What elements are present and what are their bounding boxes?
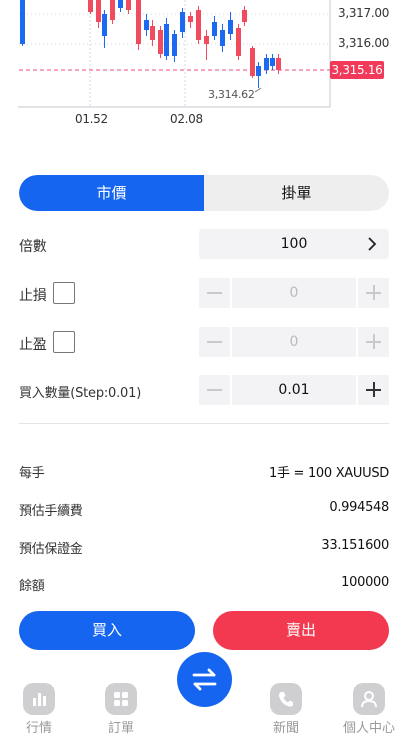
- nav-item-orders[interactable]: 訂單: [91, 683, 151, 736]
- balance-label: 餘額: [19, 579, 45, 594]
- per-lot-label: 每手: [19, 466, 45, 481]
- plus-button[interactable]: [358, 278, 389, 308]
- stop-loss-checkbox[interactable]: [53, 282, 75, 304]
- minus-button[interactable]: [199, 278, 230, 308]
- take-profit-input[interactable]: 0: [232, 327, 356, 357]
- tab-market[interactable]: 市價: [19, 175, 204, 211]
- plus-button[interactable]: [358, 327, 389, 357]
- tab-pending[interactable]: 掛單: [204, 175, 389, 211]
- nav-label: 個人中心: [342, 721, 395, 736]
- stop-loss-label: 止損: [19, 288, 47, 304]
- swap-button[interactable]: [177, 652, 232, 707]
- quantity-stepper: 0.01: [199, 375, 389, 405]
- take-profit-label: 止盈: [19, 337, 47, 353]
- multiplier-select[interactable]: 100: [199, 229, 389, 259]
- minus-icon: [207, 292, 222, 294]
- plus-button[interactable]: [358, 375, 389, 405]
- per-lot-value: 1手 = 100 XAUUSD: [269, 466, 389, 481]
- est-fee-label: 預估手續費: [19, 504, 83, 519]
- stop-loss-input[interactable]: 0: [232, 278, 356, 308]
- user-icon: [353, 683, 385, 715]
- price-tick-label: 3,317.00: [338, 6, 390, 20]
- minus-button[interactable]: [199, 327, 230, 357]
- time-tick-label: 01.52: [75, 112, 108, 126]
- nav-label: 行情: [25, 721, 52, 736]
- buy-button[interactable]: 買入: [19, 611, 195, 650]
- est-margin-value: 33.151600: [321, 538, 389, 553]
- nav-label: 訂單: [107, 721, 134, 736]
- nav-item-profile[interactable]: 個人中心: [339, 683, 399, 736]
- low-price-label: 3,314.62: [208, 88, 255, 101]
- est-margin-label: 預估保證金: [19, 542, 83, 557]
- time-tick-label: 02.08: [170, 112, 203, 126]
- balance-value: 100000: [341, 575, 389, 590]
- nav-item-market[interactable]: 行情: [9, 683, 69, 736]
- swap-arrows-icon: [192, 668, 217, 691]
- grid-icon: [105, 683, 137, 715]
- quantity-input[interactable]: 0.01: [232, 375, 356, 405]
- take-profit-checkbox[interactable]: [53, 331, 75, 353]
- current-price-tag: 3,315.16: [330, 61, 384, 79]
- multiplier-label: 倍數: [19, 239, 47, 255]
- nav-item-news[interactable]: 新聞: [256, 683, 316, 736]
- minus-icon: [207, 341, 222, 343]
- order-type-tabs: 市價 掛單: [19, 175, 389, 211]
- minus-button[interactable]: [199, 375, 230, 405]
- quantity-label: 買入數量(Step:0.01): [19, 386, 142, 401]
- divider: [19, 423, 389, 424]
- chart-bar-icon: [23, 683, 55, 715]
- multiplier-value: 100: [280, 236, 308, 252]
- price-tick-label: 3,316.00: [338, 36, 390, 50]
- phone-icon: [270, 683, 302, 715]
- est-fee-value: 0.994548: [329, 500, 389, 515]
- take-profit-stepper: 0: [199, 327, 389, 357]
- nav-label: 新聞: [272, 721, 299, 736]
- minus-icon: [207, 389, 222, 391]
- sell-button[interactable]: 賣出: [213, 611, 389, 650]
- stop-loss-stepper: 0: [199, 278, 389, 308]
- chevron-right-icon: [368, 237, 377, 251]
